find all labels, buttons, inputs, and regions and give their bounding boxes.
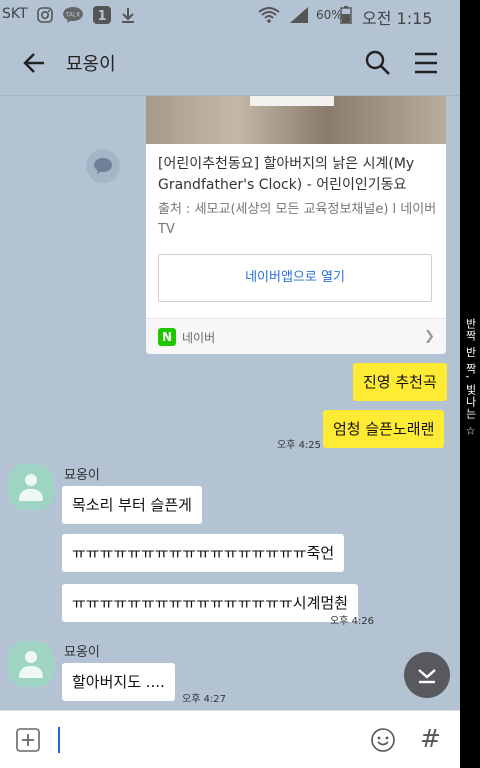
received-message[interactable]: 목소리 부터 슬픈게: [62, 486, 202, 524]
badge-one-icon: 1: [93, 6, 111, 24]
instagram-icon: [37, 7, 53, 23]
status-bar: SKT TALK 1 60% 오전 1:15: [0, 0, 460, 30]
message-input[interactable]: [62, 723, 352, 757]
my-message[interactable]: 진영 추천곡: [353, 363, 447, 401]
sender-name: 묘옹이: [64, 645, 100, 660]
text-cursor: [58, 727, 60, 753]
plus-icon[interactable]: [16, 728, 40, 752]
naver-logo-icon: N: [158, 328, 176, 346]
status-clock: 오전 1:15: [362, 9, 433, 28]
emoticon-icon[interactable]: [370, 727, 396, 753]
wifi-icon: [258, 7, 280, 23]
chevron-down-icon: [418, 669, 436, 684]
chat-room-title: 묘옹이: [66, 54, 116, 75]
speech-bubble-icon: [94, 158, 112, 174]
scroll-to-bottom-button[interactable]: [404, 652, 450, 698]
link-source-footer[interactable]: N 네이버 ❯: [146, 318, 446, 354]
share-button[interactable]: [86, 149, 120, 183]
search-icon[interactable]: [364, 49, 392, 77]
hashtag-search-button[interactable]: #: [420, 724, 441, 753]
open-in-app-button[interactable]: 네이버앱으로 열기: [158, 254, 432, 302]
received-message[interactable]: ㅠㅠㅠㅠㅠㅠㅠㅠㅠㅠㅠㅠㅠㅠㅠㅠㅠ죽언: [62, 534, 345, 572]
chat-area[interactable]: [어린이추천동요] 할아버지의 낡은 시계(My Grandfather's C…: [0, 96, 460, 710]
chevron-right-icon: ❯: [424, 329, 435, 344]
message-time: 오후 4:27: [182, 694, 227, 705]
link-title[interactable]: [어린이추천동요] 할아버지의 낡은 시계(My Grandfather's C…: [158, 154, 440, 196]
avatar[interactable]: [8, 464, 54, 510]
received-message[interactable]: 할아버지도 ....: [62, 663, 175, 701]
received-message[interactable]: ㅠㅠㅠㅠㅠㅠㅠㅠㅠㅠㅠㅠㅠㅠㅠㅠ시계멈춴: [62, 584, 359, 622]
signal-icon: [290, 7, 308, 23]
avatar[interactable]: [8, 641, 54, 687]
link-preview-card[interactable]: [어린이추천동요] 할아버지의 낡은 시계(My Grandfather's C…: [146, 96, 446, 354]
chat-header: 묘옹이: [0, 30, 460, 96]
svg-text:1: 1: [97, 9, 106, 24]
side-caption: 반짝 반 짝, 빛나는 ☆: [464, 318, 477, 439]
message-time: 오후 4:25: [277, 440, 322, 451]
link-thumbnail[interactable]: [146, 96, 446, 144]
back-arrow-icon[interactable]: [22, 50, 48, 76]
talk-notification-icon: TALK: [63, 7, 83, 23]
link-source-name: 네이버: [182, 331, 216, 345]
battery-icon: [340, 6, 352, 24]
message-input-bar: #: [0, 710, 460, 768]
battery-percent: 60%: [316, 8, 343, 22]
svg-text:TALK: TALK: [65, 12, 82, 19]
link-description: 출처 : 세모교(세상의 모든 교육정보채널e) l 네이버TV: [158, 202, 437, 237]
message-time: 오후 4:26: [330, 616, 375, 627]
my-message[interactable]: 엄청 슬픈노래랜: [323, 410, 445, 448]
menu-icon[interactable]: [413, 50, 439, 76]
download-icon: [122, 8, 134, 23]
sender-name: 묘옹이: [64, 468, 100, 483]
carrier-label: SKT: [2, 6, 28, 22]
